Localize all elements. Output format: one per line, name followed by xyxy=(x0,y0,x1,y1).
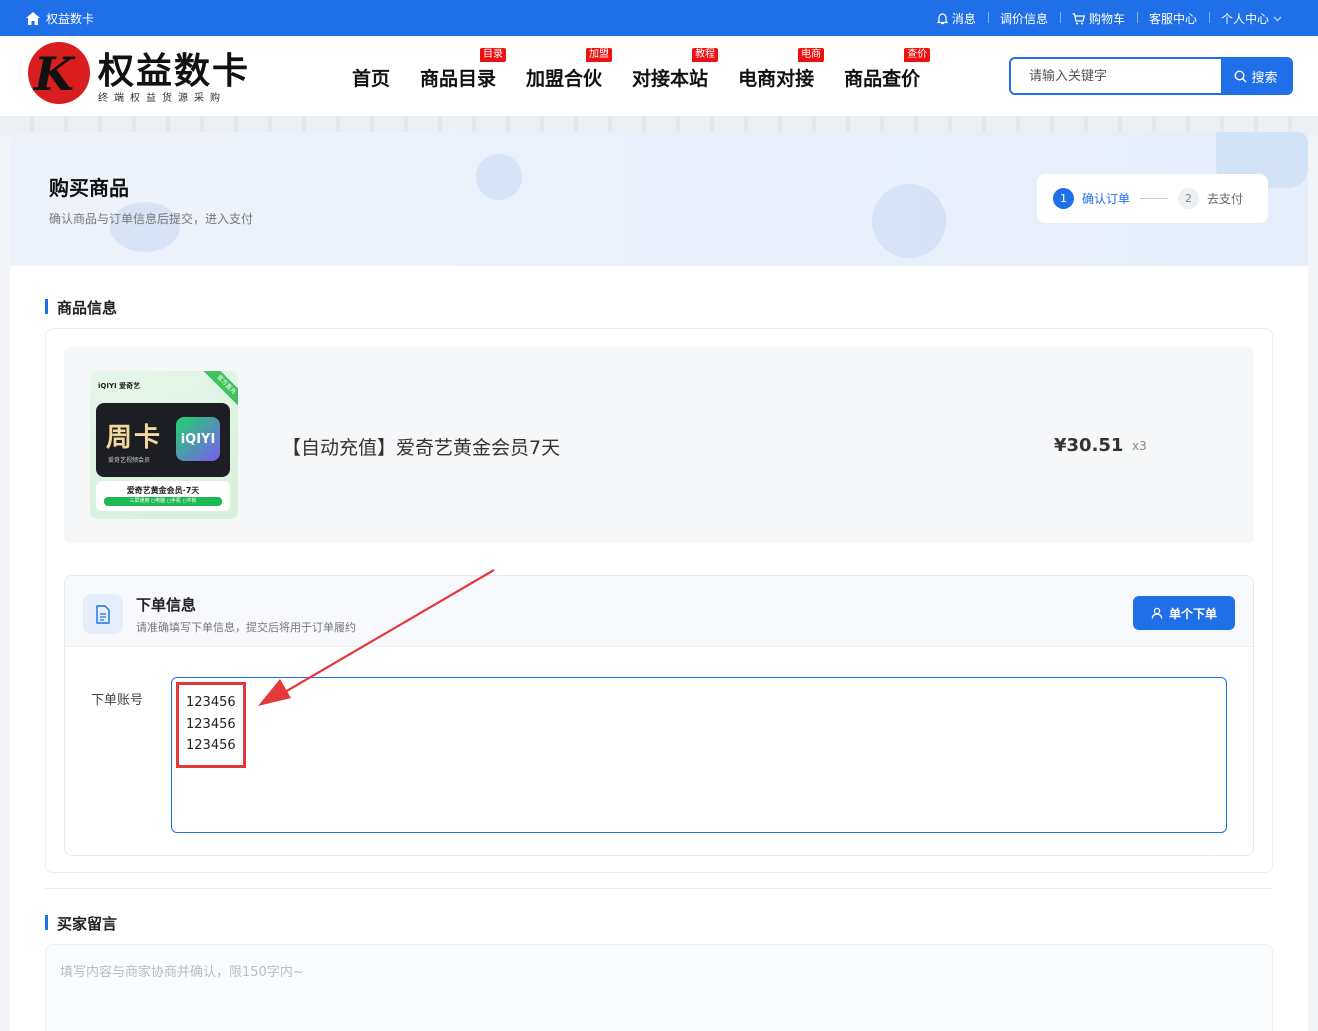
order-info-header: 下单信息 请准确填写下单信息，提交后将用于订单履约 单个下单 xyxy=(65,576,1253,647)
page-hero: 购买商品 确认商品与订单信息后提交，进入支付 1 确认订单 2 去支付 xyxy=(10,132,1308,266)
nav-home[interactable]: 首页 xyxy=(352,64,390,91)
thumb-card: 周卡 爱奇艺视频会员 iQIYI xyxy=(96,403,230,477)
buyer-message-title: 买家留言 xyxy=(45,913,117,934)
search-bar: 搜索 xyxy=(1009,57,1293,95)
buyer-message-input[interactable]: 填写内容与商家协商并确认，限150字内~ xyxy=(45,944,1273,1031)
cart-link[interactable]: 购物车 xyxy=(1059,10,1137,27)
search-input[interactable] xyxy=(1011,59,1221,93)
logo-icon[interactable]: K xyxy=(28,42,90,104)
step-connector xyxy=(1140,198,1169,199)
thumb-bottom-tags: 三屏通用 ◻电脑 ◻手机 ◻平板 xyxy=(104,497,222,506)
nav-price-check[interactable]: 商品查价 查价 xyxy=(844,48,931,91)
site-header: K 权益数卡 终端权益货源采购 首页 商品目录 目录 加盟合伙 加盟 对接本站 教程 … xyxy=(0,36,1318,116)
nav-integration[interactable]: 对接本站 教程 xyxy=(632,48,719,91)
checkout-steps: 1 确认订单 2 去支付 xyxy=(1037,174,1268,223)
product-row: iQIYI 爱奇艺 官方直充 周卡 爱奇艺视频会员 iQIYI 爱奇艺黄金会员·… xyxy=(64,347,1254,543)
nav-badge: 目录 xyxy=(480,48,507,62)
step-number: 2 xyxy=(1178,188,1200,209)
step-pay: 去支付 xyxy=(1207,192,1244,206)
price-adjust-link[interactable]: 调价信息 xyxy=(987,10,1060,27)
page-title: 购买商品 xyxy=(49,176,129,200)
buyer-message-placeholder: 填写内容与商家协商并确认，限150字内~ xyxy=(60,965,304,980)
page-subtitle: 确认商品与订单信息后提交，进入支付 xyxy=(49,212,254,226)
decor-circle xyxy=(476,154,522,200)
nav-catalog[interactable]: 商品目录 目录 xyxy=(420,48,507,91)
chevron-down-icon xyxy=(1273,16,1282,21)
thumb-bottom-title: 爱奇艺黄金会员·7天 xyxy=(126,486,200,495)
product-price: ¥30.51 xyxy=(1054,435,1124,456)
thumb-brand: iQIYI 爱奇艺 xyxy=(98,382,141,390)
cart-icon xyxy=(1072,12,1085,24)
home-icon xyxy=(26,12,40,25)
order-info-subtitle: 请准确填写下单信息，提交后将用于订单履约 xyxy=(136,621,356,634)
service-center-link[interactable]: 客服中心 xyxy=(1136,10,1209,27)
thumb-bottom: 爱奇艺黄金会员·7天 三屏通用 ◻电脑 ◻手机 ◻平板 xyxy=(96,481,230,511)
search-button[interactable]: 搜索 xyxy=(1221,59,1291,93)
home-link[interactable]: 权益数卡 xyxy=(26,10,94,27)
account-textarea[interactable] xyxy=(171,677,1227,833)
section-divider xyxy=(45,888,1273,889)
nav-badge: 查价 xyxy=(904,48,931,62)
product-name[interactable]: 【自动充值】爱奇艺黄金会员7天 xyxy=(282,433,560,460)
order-info-title: 下单信息 xyxy=(136,596,197,614)
product-section: iQIYI 爱奇艺 官方直充 周卡 爱奇艺视频会员 iQIYI 爱奇艺黄金会员·… xyxy=(45,328,1273,873)
product-image[interactable]: iQIYI 爱奇艺 官方直充 周卡 爱奇艺视频会员 iQIYI 爱奇艺黄金会员·… xyxy=(90,371,238,519)
nav-badge: 教程 xyxy=(692,48,719,62)
top-bar: 权益数卡 消息 调价信息 购物车 客服中心 个人中心 xyxy=(0,0,1318,36)
search-icon xyxy=(1234,69,1247,82)
decor-circle xyxy=(872,184,946,258)
thumb-card-subtitle: 爱奇艺视频会员 xyxy=(108,457,151,464)
logo-subtitle: 终端权益货源采购 xyxy=(98,93,226,104)
nav-franchise[interactable]: 加盟合伙 加盟 xyxy=(526,48,613,91)
main-card: 购买商品 确认商品与订单信息后提交，进入支付 1 确认订单 2 去支付 商品信息… xyxy=(10,132,1308,1031)
thumb-card-title: 周卡 xyxy=(106,423,163,453)
nav-badge: 电商 xyxy=(798,48,825,62)
product-section-title: 商品信息 xyxy=(45,297,117,318)
user-icon xyxy=(1151,607,1163,619)
nav-ecommerce[interactable]: 电商对接 电商 xyxy=(738,48,825,91)
step-number: 1 xyxy=(1053,188,1074,209)
bell-icon xyxy=(936,12,948,24)
step-confirm-order: 确认订单 xyxy=(1082,192,1131,206)
single-order-button[interactable]: 单个下单 xyxy=(1133,596,1235,630)
order-info-panel: 下单信息 请准确填写下单信息，提交后将用于订单履约 单个下单 下单账号 xyxy=(64,575,1254,856)
nav-badge: 加盟 xyxy=(586,48,613,62)
document-icon xyxy=(83,594,123,634)
product-quantity: x3 xyxy=(1132,439,1147,453)
user-center-link[interactable]: 个人中心 xyxy=(1208,10,1294,27)
messages-link[interactable]: 消息 xyxy=(925,10,988,27)
iqiyi-logo-icon: iQIYI xyxy=(176,417,220,461)
home-label: 权益数卡 xyxy=(46,12,95,26)
logo-title[interactable]: 权益数卡 xyxy=(98,42,250,94)
main-nav: 首页 商品目录 目录 加盟合伙 加盟 对接本站 教程 电商对接 电商 商品查价 查价 xyxy=(352,48,950,91)
account-label: 下单账号 xyxy=(91,693,144,708)
